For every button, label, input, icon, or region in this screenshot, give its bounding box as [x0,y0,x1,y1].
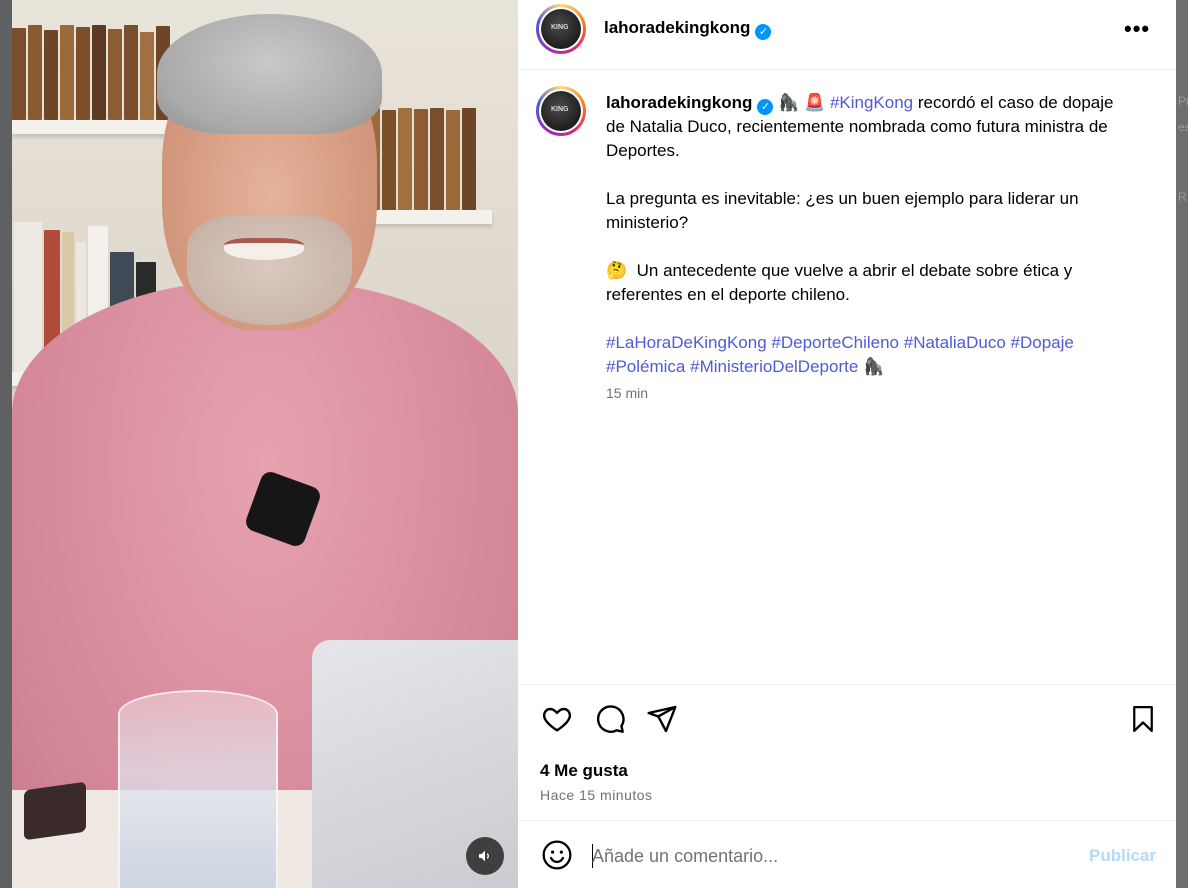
hashtag-link[interactable]: #NataliaDuco [904,333,1006,352]
caption-timestamp[interactable]: 15 min [606,385,648,401]
caption-paragraph-2: La pregunta es inevitable: ¿es un buen e… [606,189,1079,232]
hashtag-link[interactable]: #MinisterioDelDeporte [690,357,858,376]
emoji-icon[interactable] [540,839,574,873]
post-author-username[interactable]: lahoradekingkong ✓ [604,18,772,40]
speaker-icon[interactable] [466,837,504,875]
post-timestamp[interactable]: Hace 15 minutos [540,787,653,803]
publish-button[interactable]: Publicar [1089,846,1156,866]
comment-icon[interactable] [593,703,627,737]
more-options-icon[interactable]: ••• [1124,16,1150,42]
post-header: lahoradekingkong ✓ ••• [518,0,1176,70]
send-icon-svg [647,705,677,733]
verified-badge-icon: ✓ [755,24,772,40]
person-hair [157,14,382,134]
caption-emojis: 🦍 🚨 [778,93,826,112]
hashtag-link[interactable]: #Polémica [606,357,685,376]
comment-bar: Publicar [518,822,1176,888]
post-details-panel: lahoradekingkong ✓ ••• lahoradekingkong ✓ … [518,0,1176,888]
comment-icon-svg [596,705,625,733]
verified-badge-icon: ✓ [757,99,774,115]
bookmark-icon[interactable] [1126,703,1160,737]
gorilla-emoji: 🦍 [863,357,885,376]
background-page-right: Pr es R [1176,0,1188,888]
comment-input[interactable] [592,842,1062,870]
bookshelf-books [12,25,170,120]
person-beard [187,215,352,325]
likes-count[interactable]: 4 Me gusta [540,761,628,781]
caption-avatar[interactable] [536,86,586,136]
hashtag-link[interactable]: #LaHoraDeKingKong [606,333,767,352]
bookshelf-shelf [12,120,172,134]
speaker-icon-svg [479,850,489,862]
send-icon[interactable] [645,703,679,737]
hashtag-link[interactable]: #DeporteChileno [771,333,899,352]
hashtag-link[interactable]: #Dopaje [1011,333,1074,352]
username-text[interactable]: lahoradekingkong [604,18,750,37]
person-mouth [224,238,304,260]
emoji-icon-svg [542,840,572,870]
background-page-left [0,0,12,888]
post-actions: 4 Me gusta Hace 15 minutos [518,684,1176,821]
bookmark-icon-svg [1133,705,1153,732]
heart-icon[interactable] [540,703,574,737]
hashtag-link[interactable]: #KingKong [830,93,913,112]
background-peek-text: es [1178,120,1188,134]
post-caption: lahoradekingkong ✓ 🦍 🚨 #KingKong recordó … [606,91,1126,379]
background-peek-text: Pr [1178,94,1188,108]
thinking-emoji: 🤔 [606,261,628,280]
caption-hashtags: #LaHoraDeKingKong #DeporteChileno #Natal… [606,331,1126,379]
caption-text: Un antecedente que vuelve a abrir el deb… [606,261,1073,304]
caption-paragraph-1: lahoradekingkong ✓ 🦍 🚨 #KingKong recordó … [606,91,1126,163]
heart-icon-svg [542,707,572,732]
caption-username[interactable]: lahoradekingkong [606,93,752,112]
caption-paragraph-3: 🤔 Un antecedente que vuelve a abrir el d… [606,259,1126,307]
phone-on-desk [24,781,86,841]
background-peek-text: R [1178,190,1187,204]
video-player[interactable] [12,0,518,888]
water-glass [118,690,278,888]
avatar[interactable] [536,4,586,54]
